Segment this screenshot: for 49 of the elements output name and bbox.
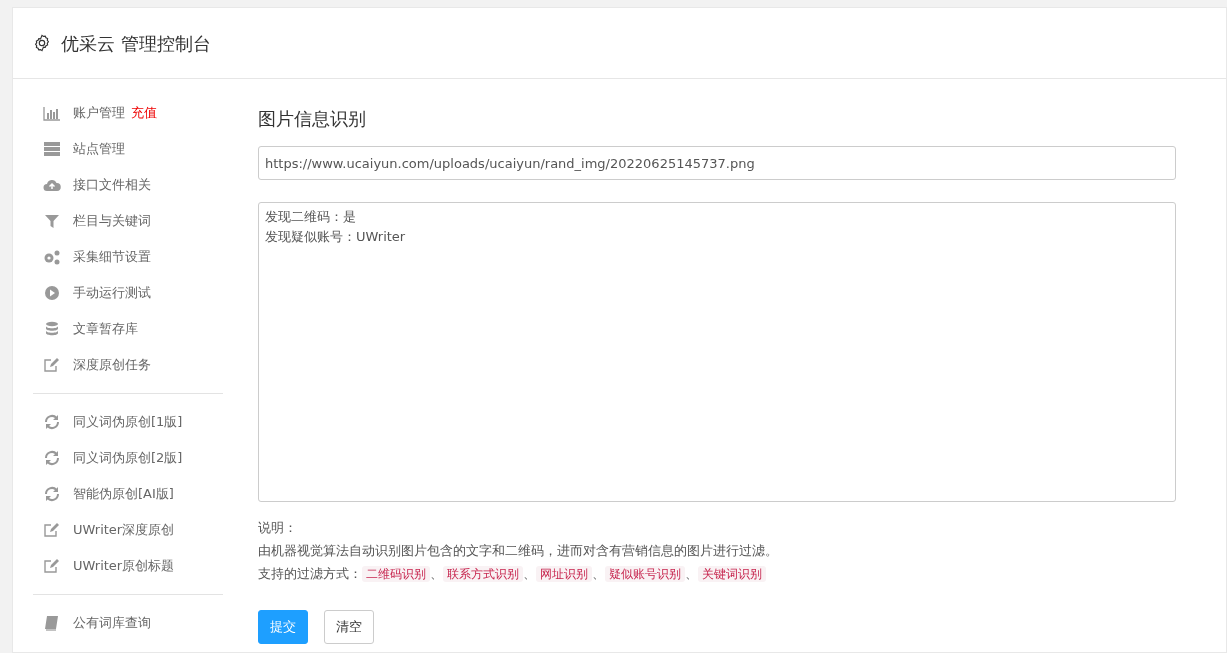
result-line: 发现疑似账号：UWriter [265, 228, 407, 246]
filter-tag: 二维码识别 [362, 566, 430, 582]
separator-mark: 、 [685, 566, 698, 581]
result-line: 发现二维码：是 [265, 208, 357, 226]
result-box[interactable]: 发现二维码：是 发现疑似账号：UWriter [258, 202, 1176, 502]
sidebar-item[interactable]: 接口文件相关 [33, 167, 223, 203]
book-icon [43, 615, 61, 631]
url-field[interactable]: https://www.ucaiyun.com/uploads/ucaiyun/rand_img/20220625145737.png [258, 146, 1176, 180]
filter-tag: 疑似账号识别 [605, 566, 685, 582]
edit-icon [43, 558, 61, 574]
gears-icon [43, 249, 61, 265]
filter-tag: 关键词识别 [698, 566, 766, 582]
sidebar-item[interactable]: 同义词伪原创[2版] [33, 440, 223, 476]
refresh-icon [43, 414, 61, 430]
page-title: 图片信息识别 [258, 107, 367, 131]
filter-tag: 联系方式识别 [443, 566, 523, 582]
sidebar-item[interactable]: 栏目与关键词 [33, 203, 223, 239]
filter-icon [43, 213, 61, 229]
sidebar-item[interactable]: 智能伪原创[AI版] [33, 476, 223, 512]
sidebar-item[interactable]: 账户管理 充值 [33, 95, 223, 131]
filters-label: 支持的过滤方式： [258, 566, 362, 581]
sidebar-item[interactable]: UWriter深度原创 [33, 512, 223, 548]
separator-mark: 、 [592, 566, 605, 581]
app-title: 优采云 管理控制台 [61, 31, 211, 56]
sidebar-item[interactable]: 深度原创任务 [33, 347, 223, 383]
sidebar-item[interactable]: UWriter原创标题 [33, 548, 223, 584]
refresh-icon [43, 450, 61, 466]
chart-icon [43, 105, 61, 121]
description-text: 由机器视觉算法自动识别图片包含的文字和二维码，进而对含有营销信息的图片进行过滤。 [258, 542, 779, 560]
settings-icon [33, 34, 51, 52]
sidebar-item[interactable]: 手动运行测试 [33, 275, 223, 311]
filter-tag: 网址识别 [536, 566, 592, 582]
sidebar-item[interactable]: 同义词伪原创[1版] [33, 404, 223, 440]
refresh-icon [43, 486, 61, 502]
edit-icon [43, 357, 61, 373]
sidebar-item[interactable]: 站点管理 [33, 131, 223, 167]
notes-heading: 说明： [258, 519, 298, 537]
cloud-upload-icon [43, 177, 61, 193]
clear-button[interactable]: 清空 [324, 610, 374, 644]
edit-icon [43, 522, 61, 538]
sidebar-item[interactable]: 文章暂存库 [33, 311, 223, 347]
sidebar-item[interactable]: 采集细节设置 [33, 239, 223, 275]
separator-mark: 、 [523, 566, 536, 581]
play-icon [43, 285, 61, 301]
separator-mark: 、 [430, 566, 443, 581]
server-icon [43, 141, 61, 157]
sidebar-item[interactable]: 公有词库查询 [33, 605, 223, 641]
recharge-link[interactable]: 充值 [131, 105, 157, 121]
database-icon [43, 321, 61, 337]
